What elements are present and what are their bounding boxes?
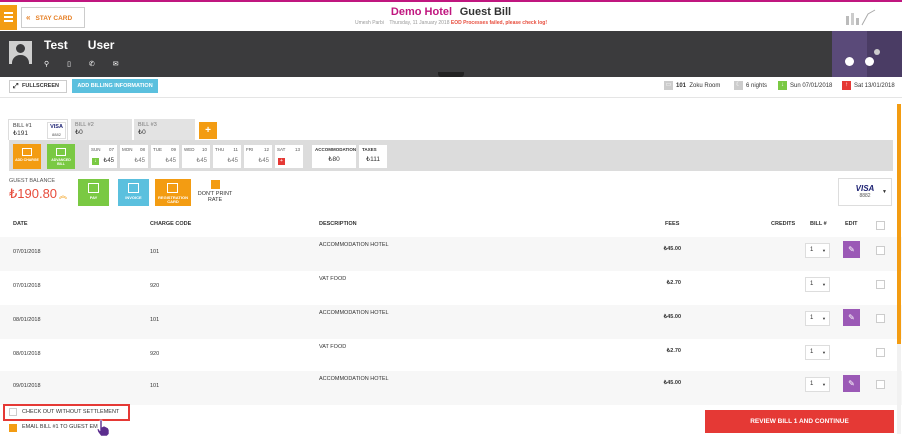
guest-name: Test User (44, 38, 115, 52)
email-bill-checkbox[interactable] (9, 424, 17, 432)
page-header: Demo Hotel Guest Bill Umesh Parbi Thursd… (300, 6, 602, 26)
edit-pencil-icon[interactable]: ✎ (843, 309, 860, 326)
avatar (9, 41, 32, 64)
arrival-marker-icon: ↓ (92, 158, 99, 165)
departure-arrow-icon: ↑ (842, 81, 851, 90)
edit-pencil-icon[interactable]: ✎ (843, 241, 860, 258)
eod-error-message[interactable]: EOD Processes failed, please check log! (451, 20, 547, 26)
row-checkbox[interactable] (876, 348, 885, 357)
day-tue[interactable]: TUE 09 ₺45 (151, 145, 179, 168)
guest-header: Test User ⚲ ▯ ✆ ✉ (0, 31, 902, 77)
arrival-arrow-icon: ↓ (778, 81, 787, 90)
phone-icon[interactable]: ✆ (89, 60, 95, 68)
header-subline: Umesh Parbi Thursday, 11 January 2018 EO… (300, 20, 602, 26)
hotel-name: Demo Hotel (390, 6, 453, 18)
registration-card-button[interactable]: REGISTRATION CARD (155, 179, 191, 206)
caret-down-icon: ▼ (822, 248, 826, 253)
dont-print-rate-checkbox[interactable] (210, 180, 220, 189)
bill-1-card: VISA 8882 (47, 122, 66, 139)
caret-down-icon: ▼ (882, 189, 887, 195)
day-mon[interactable]: MON 08 ₺45 (120, 145, 148, 168)
fullscreen-icon: ⤢ (13, 83, 19, 90)
bill-tab-2[interactable]: BILL #2 ₺0 (71, 119, 132, 140)
row-checkbox[interactable] (876, 246, 885, 255)
caret-down-icon: ▼ (822, 350, 826, 355)
day-sat[interactable]: SAT 13 + (275, 145, 303, 168)
hotel-logo-icon (846, 9, 876, 26)
room-info: ▭ 101 Zoku Room (664, 81, 721, 90)
dont-print-rate-toggle[interactable]: DON'T PRINT RATE (195, 180, 235, 203)
location-icon[interactable]: ⚲ (44, 60, 49, 68)
arrival-date: ↓ Sun 07/01/2018 (778, 81, 832, 91)
accommodation-summary: ACCOMMODATION ₺80 (312, 145, 356, 168)
invoice-button[interactable]: INVOICE (118, 179, 149, 206)
taxes-summary: TAXES ₺111 (359, 145, 387, 168)
transactions-table-header: DATE CHARGE CODE DESCRIPTION FEES CREDIT… (13, 221, 858, 227)
day-wed[interactable]: WED 10 ₺45 (182, 145, 210, 168)
add-bill-button[interactable]: + (199, 122, 217, 139)
advanced-bill-button[interactable]: ADVANCED BILL (47, 144, 75, 169)
caret-down-icon: ▼ (822, 316, 826, 321)
table-row[interactable]: 08/01/2018 101 ACCOMMODATION HOTEL ₺45.0… (0, 305, 902, 339)
review-bill-continue-button[interactable]: REVIEW BILL 1 AND CONTINUE (705, 410, 894, 433)
checkout-without-settlement-checkbox[interactable] (9, 408, 17, 416)
hamburger-icon[interactable] (0, 5, 17, 30)
mobile-icon[interactable]: ▯ (67, 60, 71, 68)
email-bill-toggle[interactable]: EMAIL BILL #1 TO GUEST EM (9, 424, 98, 432)
email-icon[interactable]: ✉ (113, 60, 119, 68)
invoice-icon (128, 183, 139, 193)
fullscreen-button[interactable]: ⤢ FULLSCREEN (9, 80, 67, 93)
hand-cursor-icon (96, 419, 110, 436)
room-icon: ▭ (664, 81, 673, 90)
caret-down-icon: ▼ (822, 282, 826, 287)
select-all-checkbox[interactable] (876, 221, 885, 230)
nights-info: ☾ 6 nights (734, 81, 768, 90)
chevron-up-icon[interactable]: ︽ (59, 191, 67, 200)
departure-date: ↑ Sat 13/01/2018 (842, 81, 895, 91)
plus-icon (22, 148, 32, 156)
business-date: Thursday, 11 January 2018 (389, 20, 450, 26)
guest-contact-icons: ⚲ ▯ ✆ ✉ (44, 60, 135, 68)
row-checkbox[interactable] (876, 380, 885, 389)
scrollbar-thumb[interactable] (897, 104, 901, 344)
bill-tab-1[interactable]: BILL #1 ₺191 VISA 8882 (8, 119, 68, 140)
add-charge-button[interactable]: ADD CHARGE (13, 144, 41, 169)
guest-balance-value: ₺190.80 ︽ (9, 186, 68, 201)
table-row[interactable]: 08/01/2018 920 VAT FOOD ₺2.70 1 ▼ (0, 339, 902, 373)
bill-number-select[interactable]: 1 ▼ (805, 243, 830, 258)
stay-card-button[interactable]: «STAY CARD (21, 7, 85, 28)
double-chevron-left-icon: « (26, 13, 31, 22)
bill-tab-3[interactable]: BILL #3 ₺0 (134, 119, 195, 140)
day-fri[interactable]: FRI 12 ₺45 (244, 145, 272, 168)
registration-card-icon (167, 183, 178, 193)
table-row[interactable]: 07/01/2018 920 VAT FOOD ₺2.70 1 ▼ (0, 271, 902, 305)
departure-marker-icon: + (278, 158, 285, 165)
bill-number-select[interactable]: 1 ▼ (805, 345, 830, 360)
room-photo-thumbnails[interactable] (832, 31, 902, 77)
guest-balance-label: GUEST BALANCE (9, 178, 56, 184)
day-thu[interactable]: THU 11 ₺45 (213, 145, 241, 168)
bill-number-select[interactable]: 1 ▼ (805, 277, 830, 292)
row-checkbox[interactable] (876, 280, 885, 289)
caret-down-icon: ▼ (822, 382, 826, 387)
page-title: Guest Bill (459, 6, 512, 18)
payment-card-select[interactable]: VISA 8882 ▼ (838, 178, 892, 206)
edit-pencil-icon[interactable]: ✎ (843, 375, 860, 392)
top-bar: «STAY CARD Demo Hotel Guest Bill Umesh P… (0, 0, 902, 31)
user-name: Umesh Parbi (354, 20, 384, 26)
day-sun[interactable]: SUN 07 ↓ ₺45 (89, 145, 117, 168)
row-checkbox[interactable] (876, 314, 885, 323)
pay-button[interactable]: PAY (78, 179, 109, 206)
pay-icon (88, 183, 99, 193)
table-row[interactable]: 09/01/2018 101 ACCOMMODATION HOTEL ₺45.0… (0, 371, 902, 405)
moon-icon: ☾ (734, 81, 743, 90)
add-billing-information-button[interactable]: ADD BILLING INFORMATION (72, 79, 158, 93)
bill-icon (56, 148, 66, 156)
bill-number-select[interactable]: 1 ▼ (805, 377, 830, 392)
table-row[interactable]: 07/01/2018 101 ACCOMMODATION HOTEL ₺45.0… (0, 237, 902, 271)
bill-number-select[interactable]: 1 ▼ (805, 311, 830, 326)
